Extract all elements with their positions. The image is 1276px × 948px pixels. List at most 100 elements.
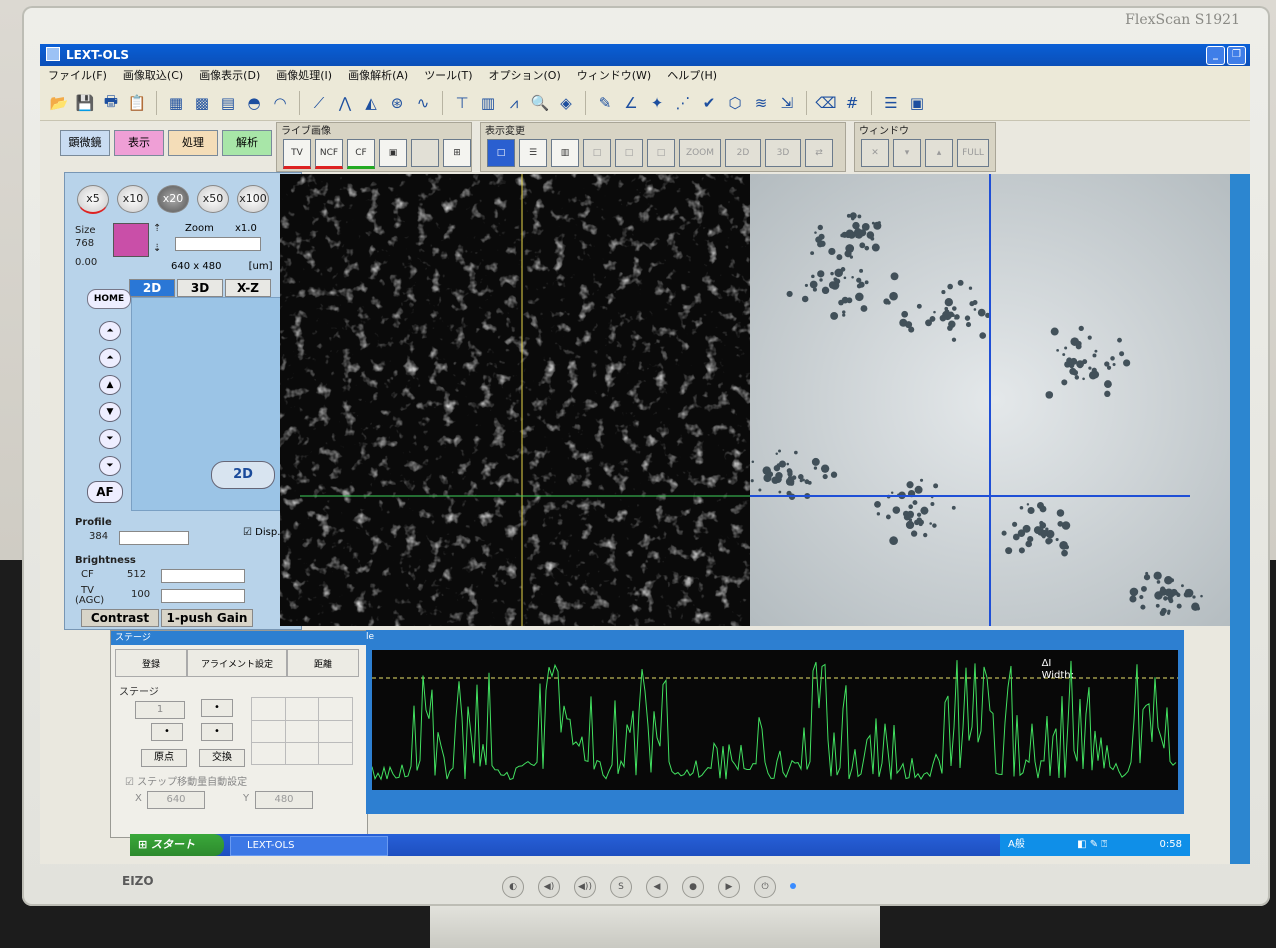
monitor-volume-down-button[interactable]: ◀) (538, 876, 560, 898)
tab-3d[interactable]: 3D (177, 279, 223, 297)
size-up-icon[interactable]: ⇡ (153, 223, 161, 234)
restore-button[interactable]: ❐ (1227, 46, 1246, 65)
measure-check-icon[interactable]: ✔ (698, 92, 720, 114)
split-horizontal-icon[interactable]: ☰ (519, 139, 547, 167)
stage-move-icon[interactable]: ▦ (165, 92, 187, 114)
height-icon[interactable]: ⊤ (451, 92, 473, 114)
menu-processing[interactable]: 画像処理(I) (268, 66, 340, 86)
wave-icon[interactable]: ∿ (412, 92, 434, 114)
menu-capture[interactable]: 画像取込(C) (115, 66, 191, 86)
objective-x50[interactable]: x50 (197, 185, 229, 213)
view-option-icon[interactable]: □ (583, 139, 611, 167)
disp-checkbox[interactable]: ☑ Disp. (243, 527, 280, 538)
roughness-icon[interactable]: ⩘ (503, 92, 525, 114)
monitor-right-button[interactable]: ▶ (718, 876, 740, 898)
size-color-swatch[interactable] (113, 223, 149, 257)
autofocus-button[interactable]: AF (87, 481, 123, 503)
view-option-icon[interactable]: □ (647, 139, 675, 167)
z-up-medium-icon[interactable]: ⏶ (99, 348, 121, 368)
y-field[interactable]: 480 (255, 791, 313, 809)
report-icon[interactable]: ▣ (906, 92, 928, 114)
stage-right-button[interactable]: • (201, 723, 233, 741)
tab-2d[interactable]: 2D (129, 279, 175, 297)
blank-view-icon[interactable] (411, 139, 439, 167)
menu-window[interactable]: ウィンドウ(W) (569, 66, 659, 86)
measure-shape-icon[interactable]: ⬡ (724, 92, 746, 114)
tab-xz[interactable]: X-Z (225, 279, 271, 297)
monitor-power-button[interactable]: ⏻ (754, 876, 776, 898)
origin-button[interactable]: 原点 (141, 749, 187, 767)
profile-plot[interactable]: ΔI Width: (371, 650, 1178, 790)
measure-angle-icon[interactable]: ∠ (620, 92, 642, 114)
quad-view-icon[interactable]: ⊞ (443, 139, 471, 167)
monitor-enter-button[interactable]: ● (682, 876, 704, 898)
clipboard-icon[interactable]: 📋 (126, 92, 148, 114)
measure-point-icon[interactable]: ✦ (646, 92, 668, 114)
menu-help[interactable]: ヘルプ(H) (659, 66, 725, 86)
objective-x100[interactable]: x100 (237, 185, 269, 213)
tab-analysis[interactable]: 解析 (222, 130, 272, 156)
display-3d-button[interactable]: 3D (765, 139, 801, 167)
tab-processing[interactable]: 処理 (168, 130, 218, 156)
convert-button[interactable]: 交換 (199, 749, 245, 767)
taskbar-item-lext[interactable]: LEXT-OLS (230, 836, 388, 856)
zoom-slider[interactable] (175, 237, 261, 251)
tab-microscope[interactable]: 顕微鏡 (60, 130, 110, 156)
measure-save-icon[interactable]: ⇲ (776, 92, 798, 114)
profile-line-icon[interactable]: ⟋ (308, 92, 330, 114)
minimize-button[interactable]: _ (1206, 46, 1225, 65)
optical-image-view[interactable] (750, 174, 1240, 626)
tv-button[interactable]: TV (283, 139, 311, 169)
tv-brightness-slider[interactable] (161, 589, 245, 603)
start-button[interactable]: ⊞ スタート (130, 834, 224, 856)
full-button[interactable]: FULL (957, 139, 989, 167)
z-up-fast-icon[interactable]: ⏶ (99, 321, 121, 341)
view-option-icon[interactable]: □ (615, 139, 643, 167)
magnifier-icon[interactable]: 🔍 (529, 92, 551, 114)
monitor-volume-up-button[interactable]: ◀)) (574, 876, 596, 898)
measure-diagonal-icon[interactable]: ⋰ (672, 92, 694, 114)
save-icon[interactable]: 💾 (74, 92, 96, 114)
one-push-gain-button[interactable]: 1-push Gain (161, 609, 253, 627)
menu-tools[interactable]: ツール(T) (416, 66, 480, 86)
window-up-icon[interactable]: ▴ (925, 139, 953, 167)
z-down-fast-icon[interactable]: ⏷ (99, 456, 121, 476)
hash-icon[interactable]: # (841, 92, 863, 114)
z-down-icon[interactable]: ▼ (99, 402, 121, 422)
list-icon[interactable]: ☰ (880, 92, 902, 114)
eraser-icon[interactable]: ⌫ (815, 92, 837, 114)
alignment-button[interactable]: アライメント設定 (187, 649, 287, 677)
monitor-left-button[interactable]: ◀ (646, 876, 668, 898)
diamond-icon[interactable]: ◈ (555, 92, 577, 114)
stage-tile-icon[interactable]: ▤ (217, 92, 239, 114)
z-up-icon[interactable]: ▲ (99, 375, 121, 395)
histogram-icon[interactable]: ▥ (477, 92, 499, 114)
surface-icon[interactable]: ⋀ (334, 92, 356, 114)
contrast-button[interactable]: Contrast (81, 609, 159, 627)
single-view-icon[interactable]: □ (487, 139, 515, 167)
split-vertical-icon[interactable]: ▥ (551, 139, 579, 167)
ncf-button[interactable]: NCF (315, 139, 343, 169)
register-button[interactable]: 登録 (115, 649, 187, 677)
x-field[interactable]: 640 (147, 791, 205, 809)
size-down-icon[interactable]: ⇣ (153, 243, 161, 254)
window-down-icon[interactable]: ▾ (893, 139, 921, 167)
monitor-s-button[interactable]: S (610, 876, 632, 898)
tab-display[interactable]: 表示 (114, 130, 164, 156)
menu-display[interactable]: 画像表示(D) (191, 66, 268, 86)
objective-x20[interactable]: x20 (157, 185, 189, 213)
distance-button[interactable]: 距離 (287, 649, 359, 677)
close-window-icon[interactable]: ✕ (861, 139, 889, 167)
profile-slider[interactable] (119, 531, 189, 545)
mode-2d-button[interactable]: 2D (211, 461, 275, 489)
auto-step-checkbox[interactable]: ☑ ステップ移動量自動設定 (125, 773, 247, 788)
ime-indicator[interactable]: A般 (1008, 834, 1025, 856)
display-2d-button[interactable]: 2D (725, 139, 761, 167)
monitor-input-button[interactable]: ◐ (502, 876, 524, 898)
measure-icon[interactable]: ✎ (594, 92, 616, 114)
swap-view-icon[interactable]: ⇄ (805, 139, 833, 167)
step-input[interactable]: 1 (135, 701, 185, 719)
capture-image-icon[interactable]: ▣ (379, 139, 407, 167)
cf-button[interactable]: CF (347, 139, 375, 169)
stage-grid-icon[interactable]: ▩ (191, 92, 213, 114)
